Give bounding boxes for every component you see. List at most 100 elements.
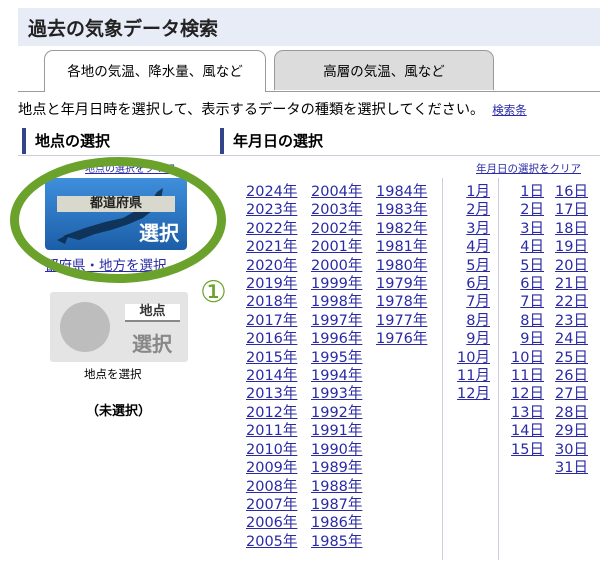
day-link[interactable]: 3日 [520, 221, 544, 237]
day-link[interactable]: 16日 [555, 184, 588, 200]
day-link[interactable]: 19日 [555, 239, 588, 255]
year-link[interactable]: 1993年 [311, 386, 362, 402]
point-select-button[interactable]: 地点 選択 [50, 292, 188, 362]
day-link[interactable]: 23日 [555, 313, 588, 329]
year-link[interactable]: 2005年 [246, 534, 297, 550]
year-link[interactable]: 1995年 [311, 350, 362, 366]
year-link[interactable]: 1990年 [311, 442, 362, 458]
year-link[interactable]: 2012年 [246, 405, 297, 421]
day-link[interactable]: 15日 [511, 442, 544, 458]
year-link[interactable]: 2023年 [246, 202, 297, 218]
year-link[interactable]: 1991年 [311, 423, 362, 439]
year-link[interactable]: 2017年 [246, 313, 297, 329]
month-link[interactable]: 2月 [466, 202, 490, 218]
year-link[interactable]: 2015年 [246, 350, 297, 366]
year-link[interactable]: 2013年 [246, 386, 297, 402]
day-link[interactable]: 29日 [555, 423, 588, 439]
month-link[interactable]: 4月 [466, 239, 490, 255]
search-conditions-link[interactable]: 検索条 [492, 103, 527, 117]
day-link[interactable]: 25日 [555, 350, 588, 366]
year-link[interactable]: 2018年 [246, 294, 297, 310]
tab-surface-weather[interactable]: 各地の気温、降水量、風など [44, 50, 266, 92]
day-link[interactable]: 18日 [555, 221, 588, 237]
day-link-row: 22日 [548, 293, 588, 311]
month-link[interactable]: 11月 [457, 368, 490, 384]
month-link[interactable]: 6月 [466, 276, 490, 292]
year-link[interactable]: 1992年 [311, 405, 362, 421]
day-link[interactable]: 7日 [520, 294, 544, 310]
year-link[interactable]: 2020年 [246, 258, 297, 274]
year-link[interactable]: 1984年 [376, 184, 427, 200]
year-link[interactable]: 2006年 [246, 515, 297, 531]
month-link[interactable]: 1月 [466, 184, 490, 200]
year-link[interactable]: 1981年 [376, 239, 427, 255]
day-link[interactable]: 11日 [511, 368, 544, 384]
day-link[interactable]: 14日 [511, 423, 544, 439]
year-link[interactable]: 1976年 [376, 331, 427, 347]
day-link[interactable]: 17日 [555, 202, 588, 218]
year-link[interactable]: 1997年 [311, 313, 362, 329]
day-link[interactable]: 13日 [511, 405, 544, 421]
month-link-row: 8月 [450, 312, 490, 330]
year-link[interactable]: 1986年 [311, 515, 362, 531]
day-link-row: 4日 [504, 238, 544, 256]
day-link[interactable]: 8日 [520, 313, 544, 329]
month-link[interactable]: 3月 [466, 221, 490, 237]
month-link[interactable]: 7月 [466, 294, 490, 310]
year-link[interactable]: 1999年 [311, 276, 362, 292]
year-link[interactable]: 1983年 [376, 202, 427, 218]
day-link[interactable]: 10日 [511, 350, 544, 366]
year-link[interactable]: 2004年 [311, 184, 362, 200]
year-link[interactable]: 1985年 [311, 534, 362, 550]
day-link[interactable]: 20日 [555, 258, 588, 274]
year-link[interactable]: 1987年 [311, 497, 362, 513]
day-link[interactable]: 21日 [555, 276, 588, 292]
day-link[interactable]: 9日 [520, 331, 544, 347]
month-link[interactable]: 9月 [466, 331, 490, 347]
year-link[interactable]: 2022年 [246, 221, 297, 237]
day-link[interactable]: 22日 [555, 294, 588, 310]
year-link[interactable]: 1996年 [311, 331, 362, 347]
month-link[interactable]: 12月 [457, 386, 490, 402]
day-link[interactable]: 4日 [520, 239, 544, 255]
year-link[interactable]: 2000年 [311, 258, 362, 274]
year-link[interactable]: 1980年 [376, 258, 427, 274]
year-link[interactable]: 2014年 [246, 368, 297, 384]
year-link[interactable]: 1977年 [376, 313, 427, 329]
year-link[interactable]: 2007年 [246, 497, 297, 513]
year-link[interactable]: 2003年 [311, 202, 362, 218]
day-link[interactable]: 26日 [555, 368, 588, 384]
month-link[interactable]: 8月 [466, 313, 490, 329]
year-link[interactable]: 2016年 [246, 331, 297, 347]
year-link[interactable]: 2024年 [246, 184, 297, 200]
day-link[interactable]: 31日 [555, 460, 588, 476]
day-link[interactable]: 12日 [511, 386, 544, 402]
year-link[interactable]: 2019年 [246, 276, 297, 292]
year-link[interactable]: 1998年 [311, 294, 362, 310]
year-link[interactable]: 2009年 [246, 460, 297, 476]
year-link[interactable]: 2021年 [246, 239, 297, 255]
year-link[interactable]: 2001年 [311, 239, 362, 255]
day-link[interactable]: 2日 [520, 202, 544, 218]
year-link[interactable]: 1982年 [376, 221, 427, 237]
year-link[interactable]: 1989年 [311, 460, 362, 476]
clear-date-link[interactable]: 年月日の選択をクリア [476, 161, 581, 176]
day-link[interactable]: 24日 [555, 331, 588, 347]
year-link[interactable]: 1988年 [311, 479, 362, 495]
month-link[interactable]: 5月 [466, 258, 490, 274]
day-link[interactable]: 30日 [555, 442, 588, 458]
month-link[interactable]: 10月 [457, 350, 490, 366]
tab-upper-air[interactable]: 高層の気温、風など [274, 50, 494, 90]
year-link[interactable]: 2010年 [246, 442, 297, 458]
year-link[interactable]: 2011年 [246, 423, 297, 439]
year-link[interactable]: 2002年 [311, 221, 362, 237]
day-link[interactable]: 6日 [520, 276, 544, 292]
day-link[interactable]: 27日 [555, 386, 588, 402]
day-link[interactable]: 5日 [520, 258, 544, 274]
year-link[interactable]: 1978年 [376, 294, 427, 310]
day-link[interactable]: 28日 [555, 405, 588, 421]
day-link[interactable]: 1日 [520, 184, 544, 200]
year-link[interactable]: 2008年 [246, 479, 297, 495]
year-link[interactable]: 1994年 [311, 368, 362, 384]
year-link[interactable]: 1979年 [376, 276, 427, 292]
